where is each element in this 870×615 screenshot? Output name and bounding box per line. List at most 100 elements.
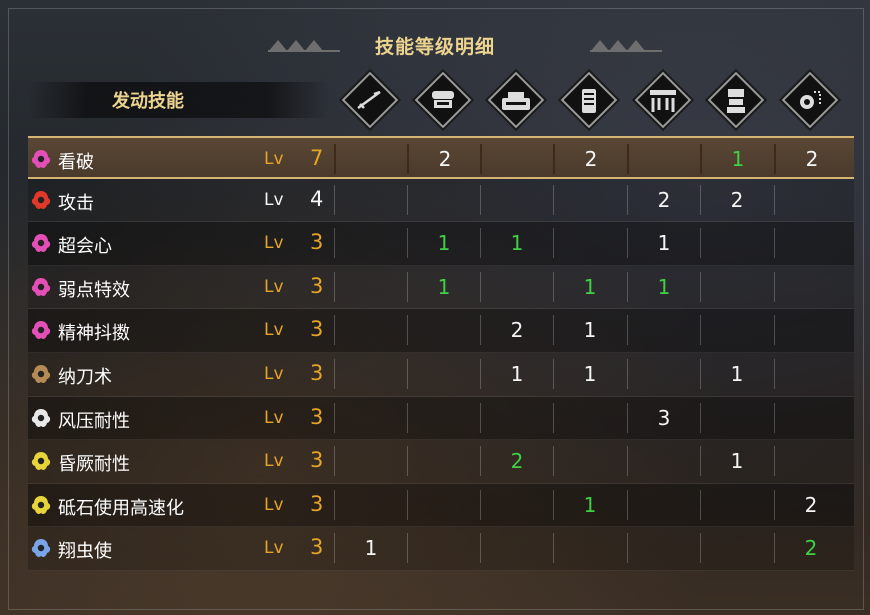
skill-jewel-icon — [31, 452, 51, 471]
skill-row[interactable]: 精神抖擞 Lv 3 2 1 — [28, 309, 854, 353]
skill-name: 翔虫使 — [58, 541, 112, 563]
skill-point-cell: 1 — [407, 271, 480, 302]
skill-point-cell: 1 — [553, 315, 626, 346]
skill-point-cell — [553, 446, 626, 477]
skill-point-cell — [480, 271, 553, 302]
talisman-icon — [800, 91, 821, 109]
skill-jewel-icon — [31, 321, 51, 340]
skill-point-cell — [334, 446, 407, 477]
skill-row[interactable]: 纳刀术 Lv 3 1 1 1 — [28, 352, 854, 397]
level-label: Lv — [264, 320, 284, 341]
skill-name: 弱点特效 — [58, 279, 130, 301]
level-label: Lv — [264, 538, 284, 559]
skill-jewel-icon — [31, 539, 51, 558]
skill-point-cell — [480, 184, 553, 215]
skill-jewel-icon — [31, 190, 51, 209]
skill-point-cell — [700, 533, 773, 564]
skill-point-cell — [627, 315, 700, 346]
skill-row[interactable]: 翔虫使 Lv 3 1 2 — [28, 527, 854, 571]
skill-point-cell — [407, 489, 480, 520]
skill-point-cell: 2 — [774, 533, 847, 564]
skill-row[interactable]: 昏厥耐性 Lv 3 2 1 — [28, 440, 854, 484]
active-skills-header: 发动技能 — [28, 82, 328, 118]
level-label: Lv — [264, 149, 284, 169]
skill-point-cell — [407, 533, 480, 564]
skill-point-cell — [700, 228, 773, 259]
skill-point-cell: 2 — [700, 184, 773, 215]
skill-point-cell: 1 — [480, 228, 553, 259]
skill-level-value: 3 — [310, 360, 324, 385]
skill-point-cell — [407, 358, 480, 389]
skill-point-cell — [407, 402, 480, 433]
level-label: Lv — [264, 233, 284, 254]
skill-point-cell — [553, 402, 626, 433]
skill-point-cell: 1 — [553, 271, 626, 302]
skill-point-cell — [700, 402, 773, 433]
skill-point-cell — [334, 315, 407, 346]
skill-point-cell — [774, 271, 847, 302]
skill-point-cell — [334, 228, 407, 259]
skill-point-cell: 1 — [334, 533, 407, 564]
skill-point-cell — [334, 144, 408, 174]
skill-name: 超会心 — [58, 236, 112, 258]
level-label: Lv — [264, 451, 284, 472]
skill-point-cell — [774, 402, 847, 433]
skill-point-cell — [553, 184, 626, 215]
skill-level-value: 3 — [310, 448, 324, 473]
skill-row[interactable]: 风压耐性 Lv 3 3 — [28, 396, 854, 441]
skill-point-cell — [700, 489, 773, 520]
skill-level-value: 3 — [310, 273, 324, 298]
skill-point-cell: 2 — [407, 144, 481, 174]
skill-point-cell: 1 — [553, 358, 626, 389]
skill-level-value: 3 — [310, 535, 324, 560]
skill-point-cell — [334, 271, 407, 302]
skill-jewel-icon — [31, 408, 51, 427]
skill-point-cell — [700, 315, 773, 346]
level-label: Lv — [264, 276, 284, 297]
skill-point-cell — [627, 358, 700, 389]
level-label: Lv — [264, 494, 284, 515]
skill-level-value: 4 — [310, 186, 324, 211]
skill-point-cell — [627, 489, 700, 520]
skill-point-cell: 2 — [480, 315, 553, 346]
skill-row[interactable]: 弱点特效 Lv 3 1 1 1 — [28, 265, 854, 310]
level-label: Lv — [264, 363, 284, 384]
skill-level-value: 3 — [310, 404, 324, 429]
skill-point-cell: 2 — [774, 144, 848, 174]
skill-point-cell — [407, 446, 480, 477]
skill-name: 昏厥耐性 — [58, 454, 130, 476]
skill-point-cell — [480, 489, 553, 520]
helm-icon — [432, 91, 454, 108]
chest-icon — [502, 92, 530, 110]
page-title: 技能等级明细 — [374, 36, 495, 58]
skill-point-cell: 1 — [480, 358, 553, 389]
skill-point-cell — [774, 228, 847, 259]
skill-name: 看破 — [58, 152, 94, 173]
skill-point-cell — [774, 315, 847, 346]
skill-name: 纳刀术 — [58, 366, 112, 388]
arms-icon — [582, 89, 596, 113]
skill-point-cell: 1 — [627, 228, 700, 259]
skill-level-value: 3 — [310, 491, 324, 516]
skill-name: 砥石使用高速化 — [58, 497, 184, 519]
skill-point-cell: 3 — [627, 402, 700, 433]
skill-jewel-icon — [31, 277, 51, 296]
level-label: Lv — [264, 189, 284, 210]
skill-jewel-icon — [31, 364, 51, 383]
skill-point-cell — [334, 489, 407, 520]
skill-row[interactable]: 超会心 Lv 3 1 1 1 — [28, 222, 854, 266]
skill-point-cell — [334, 184, 407, 215]
skill-level-value: 3 — [310, 317, 324, 342]
skill-point-cell — [480, 533, 553, 564]
skill-point-cell: 2 — [553, 144, 627, 174]
skill-point-cell — [407, 315, 480, 346]
skill-point-cell: 2 — [774, 489, 847, 520]
skill-row[interactable]: 攻击 Lv 4 2 2 — [28, 178, 854, 223]
waist-icon — [650, 90, 676, 112]
skill-point-cell — [700, 271, 773, 302]
skill-point-cell: 1 — [627, 271, 700, 302]
skill-row-selected[interactable]: 看破 Lv 7 2 2 1 2 — [28, 136, 854, 179]
skill-row[interactable]: 砥石使用高速化 Lv 3 1 2 — [28, 483, 854, 528]
skill-point-cell: 1 — [407, 228, 480, 259]
skill-point-cell: 1 — [700, 358, 773, 389]
